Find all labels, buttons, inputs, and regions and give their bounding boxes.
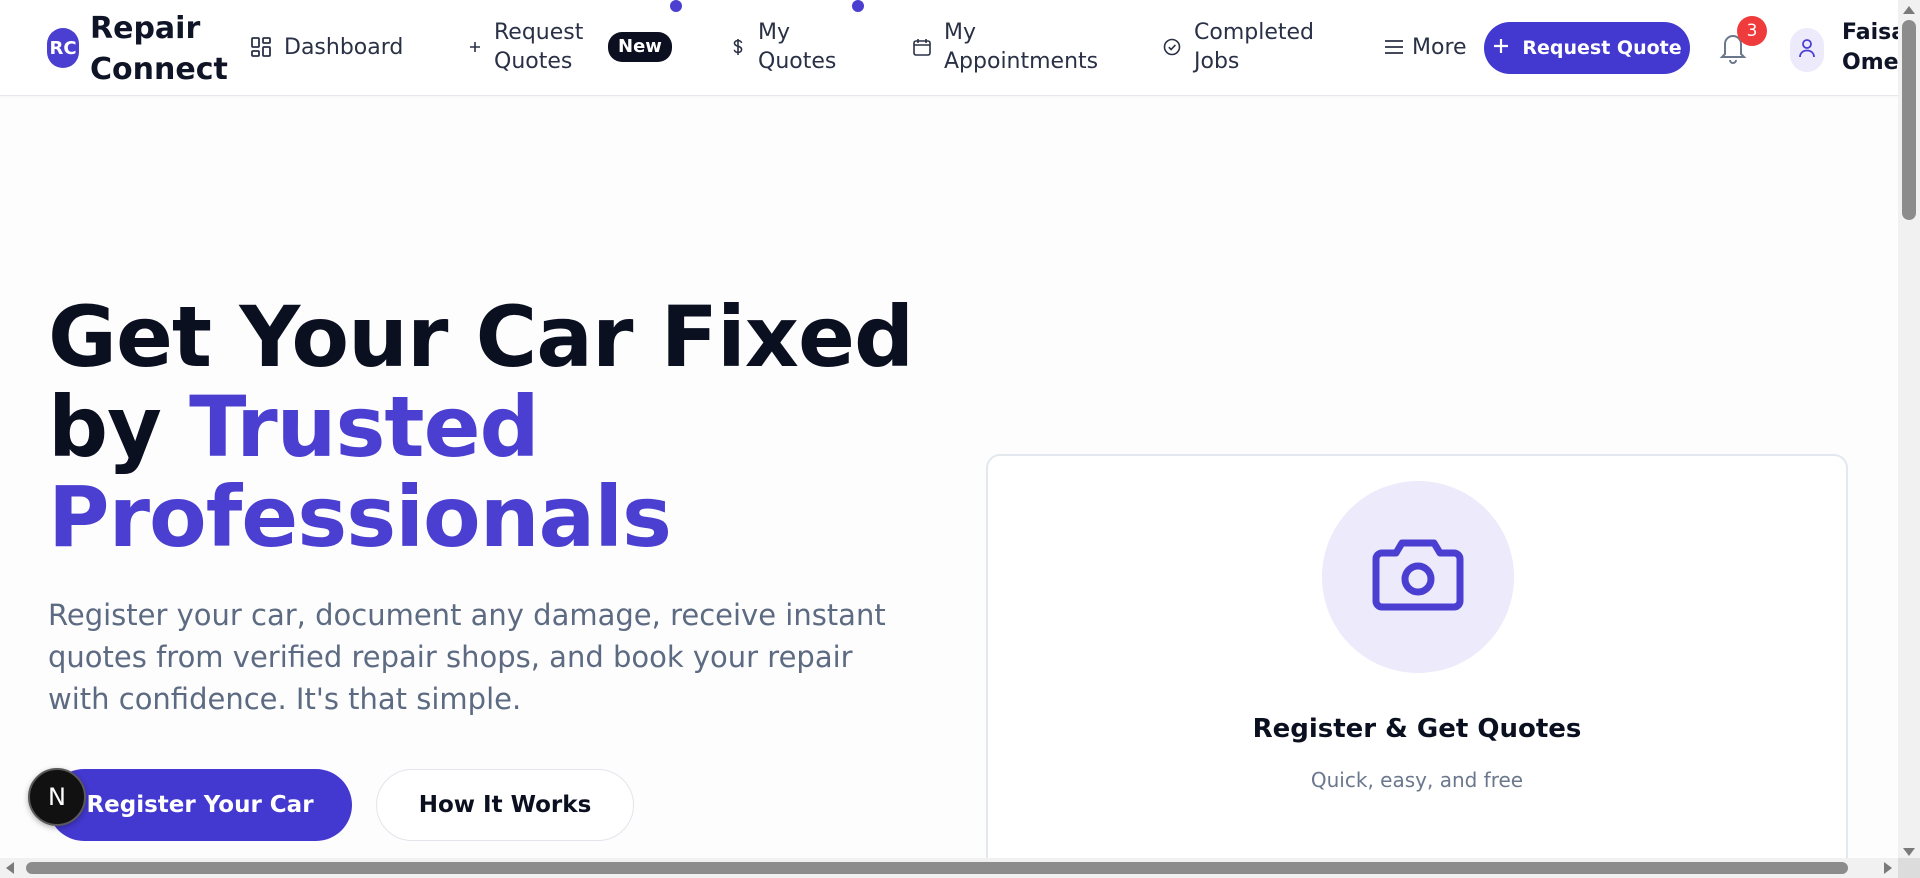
horizontal-scrollbar[interactable]: [0, 858, 1898, 878]
vertical-scroll-thumb[interactable]: [1902, 20, 1916, 220]
dollar-icon: [730, 37, 746, 57]
horizontal-scroll-thumb[interactable]: [26, 862, 1848, 874]
user-name[interactable]: Faisal Omer: [1842, 18, 1898, 78]
how-it-works-button[interactable]: How It Works: [376, 769, 634, 841]
hero-title-by: by: [48, 378, 190, 476]
feature-card: Register & Get Quotes Quick, easy, and f…: [986, 454, 1848, 878]
avatar[interactable]: [1790, 28, 1824, 72]
nav-dashboard-label: Dashboard: [284, 34, 404, 60]
nav-more[interactable]: More: [1384, 14, 1467, 80]
logo-initials: RC: [49, 37, 77, 59]
scroll-left-icon[interactable]: [6, 862, 14, 874]
scroll-up-icon[interactable]: [1903, 6, 1915, 14]
notification-count-badge: 3: [1737, 16, 1767, 46]
new-badge: New: [608, 32, 672, 62]
nav-indicator-dot: [852, 0, 864, 12]
nav-completed-jobs-label: Completed Jobs: [1194, 20, 1314, 74]
scroll-right-icon[interactable]: [1884, 862, 1892, 874]
request-quote-button[interactable]: Request Quote: [1484, 22, 1690, 74]
nav-more-label: More: [1412, 34, 1467, 60]
nav-my-quotes[interactable]: My Quotes: [730, 14, 838, 80]
plus-icon: [468, 40, 482, 54]
hero-description: Register your car, document any damage, …: [48, 598, 886, 716]
card-icon-circle: [1322, 481, 1514, 673]
card-subtitle: Quick, easy, and free: [1310, 768, 1524, 792]
nav-my-appointments[interactable]: My Appointments: [912, 14, 1099, 80]
nav-request-quotes-label: Request Quotes: [494, 20, 584, 74]
logo-badge[interactable]: RC: [47, 28, 79, 68]
nav-request-quotes[interactable]: Request Quotes New: [468, 14, 672, 80]
card-title: Register & Get Quotes: [1252, 714, 1582, 744]
calendar-icon: [912, 37, 932, 57]
top-navbar: RC Repair Connect Dashboard Request Quot…: [0, 0, 1898, 96]
nav-completed-jobs[interactable]: Completed Jobs: [1162, 14, 1324, 80]
nav-my-quotes-label: My Quotes: [758, 20, 837, 74]
hero-title-line1: Get Your Car Fixed: [48, 288, 914, 386]
register-car-button[interactable]: Register Your Car: [48, 769, 352, 841]
logo-text[interactable]: Repair Connect: [90, 8, 228, 90]
scrollbar-corner: [1898, 858, 1920, 878]
menu-icon: [1384, 39, 1404, 55]
vertical-scrollbar[interactable]: [1898, 0, 1920, 862]
hero-title: Get Your Car Fixed by Trusted Profession…: [48, 292, 948, 562]
grid-icon: [250, 36, 272, 58]
request-quote-label: Request Quote: [1522, 37, 1682, 59]
camera-icon: [1370, 535, 1466, 619]
nav-dashboard[interactable]: Dashboard: [250, 14, 403, 80]
dev-tools-badge[interactable]: N: [28, 768, 86, 826]
nav-indicator-dot: [670, 0, 682, 12]
check-circle-icon: [1162, 37, 1182, 57]
user-icon: [1798, 37, 1816, 63]
plus-icon: [1492, 37, 1510, 60]
scroll-down-icon[interactable]: [1903, 848, 1915, 856]
nav-my-appointments-label: My Appointments: [944, 20, 1099, 74]
